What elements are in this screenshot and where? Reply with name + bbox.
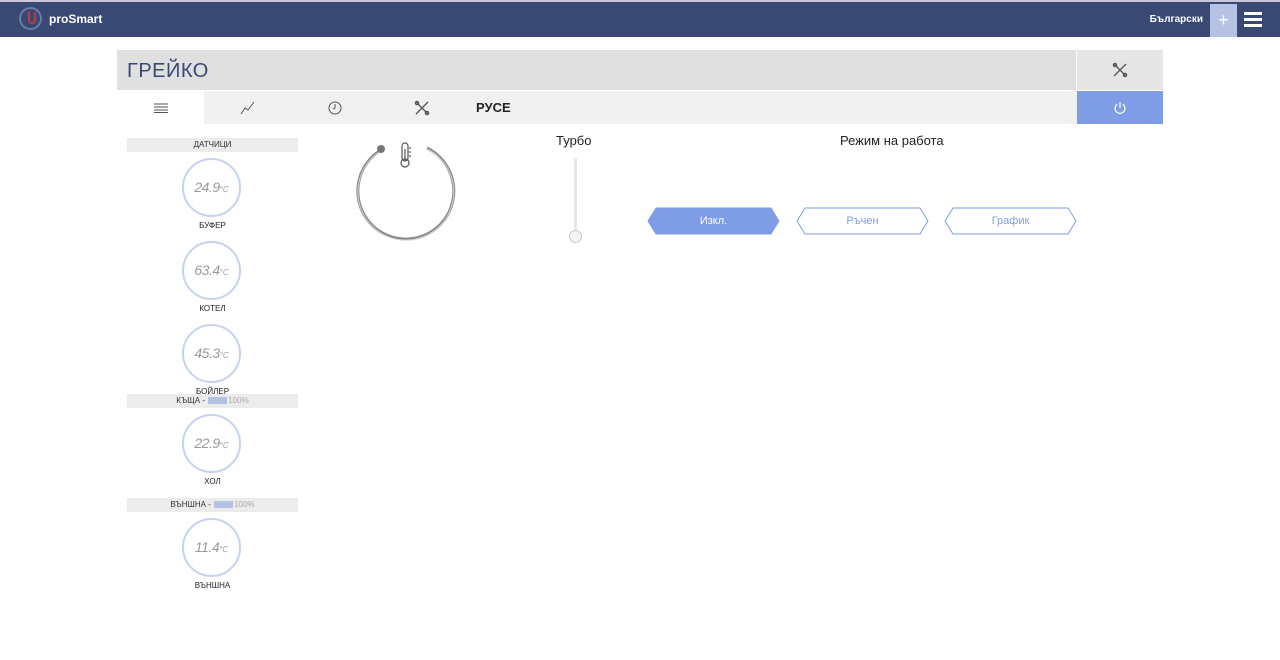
sensor-sidebar: ДАТЧИЦИ 24.9°C БУФЕР 63.4°C КОТЕЛ 45.3°C… (127, 138, 298, 595)
tools-icon (1112, 62, 1128, 78)
power-logo-icon (19, 7, 42, 30)
temperature-value: 22.9 (194, 435, 220, 451)
temperature-value: 63.4 (194, 262, 220, 278)
group-header-label: ДАТЧИЦИ (193, 140, 232, 149)
tools-icon (414, 100, 429, 115)
temperature-value: 11.4 (194, 539, 220, 555)
group-header-sensors: ДАТЧИЦИ (127, 138, 298, 152)
tab-list[interactable] (117, 91, 204, 124)
temperature-gauge: 22.9°C (182, 414, 241, 473)
list-icon (153, 103, 168, 113)
temperature-value: 45.3 (194, 345, 220, 361)
power-icon (1114, 101, 1126, 114)
sensor-living-room[interactable]: 22.9°C ХОЛ (127, 408, 298, 498)
mode-off-button[interactable]: Изкл. (647, 207, 780, 235)
temperature-gauge: 63.4°C (182, 241, 241, 300)
battery-percent: 100% (228, 396, 249, 405)
mode-manual-button[interactable]: Ръчен (796, 207, 929, 235)
dial-knob (377, 145, 385, 153)
brand-name: proSmart (49, 11, 103, 26)
temperature-value: 24.9 (194, 179, 220, 195)
turbo-label: Турбо (556, 133, 592, 148)
power-button[interactable] (1077, 91, 1163, 124)
battery-icon (208, 397, 228, 405)
group-header-outdoor: ВЪНШНА - 100% (127, 498, 298, 512)
thermometer-icon (400, 142, 411, 168)
group-header-label: ВЪНШНА - (170, 500, 211, 509)
mode-button-label: Изкл. (699, 215, 728, 227)
temperature-gauge: 24.9°C (182, 158, 241, 217)
temperature-unit: °C (219, 441, 229, 450)
tab-bar: РУСЕ (117, 91, 1077, 124)
mode-button-label: График (991, 215, 1030, 227)
tab-tools[interactable] (378, 91, 465, 124)
clock-icon (328, 101, 341, 114)
add-button[interactable]: + (1210, 4, 1237, 37)
temperature-gauge: 45.3°C (182, 324, 241, 383)
sensor-label: БОЙЛЕР (195, 387, 230, 396)
device-header: ГРЕЙКО (117, 50, 1076, 90)
top-bar: proSmart Български + (0, 0, 1280, 37)
battery-percent: 100% (234, 500, 255, 509)
mode-schedule-button[interactable]: График (944, 207, 1077, 235)
sensor-label: БУФЕР (199, 221, 226, 230)
logo[interactable]: proSmart (19, 7, 102, 30)
sensor-water-heater[interactable]: 45.3°C БОЙЛЕР (127, 318, 298, 396)
sensor-boiler-kotel[interactable]: 63.4°C КОТЕЛ (127, 235, 298, 318)
location-label: РУСЕ (476, 100, 511, 115)
temperature-unit: °C (219, 268, 229, 277)
turbo-slider-track[interactable] (574, 158, 577, 236)
settings-tools-button[interactable] (1077, 50, 1163, 90)
tab-chart[interactable] (204, 91, 291, 124)
chart-line-icon (240, 101, 254, 114)
sensor-buffer[interactable]: 24.9°C БУФЕР (127, 152, 298, 235)
mode-label: Режим на работа (840, 133, 944, 148)
temperature-unit: °C (219, 185, 229, 194)
mode-button-label: Ръчен (846, 215, 879, 227)
temperature-dial[interactable] (352, 141, 456, 243)
temperature-unit: °C (219, 545, 229, 554)
sensor-label: ХОЛ (204, 477, 221, 486)
turbo-slider-handle[interactable] (569, 230, 582, 243)
temperature-gauge: 11.4°C (182, 518, 241, 577)
language-selector[interactable]: Български (1150, 14, 1203, 25)
sensor-label: КОТЕЛ (199, 304, 226, 313)
sensor-outdoor[interactable]: 11.4°C ВЪНШНА (127, 512, 298, 595)
hamburger-menu-icon[interactable] (1244, 12, 1262, 28)
battery-icon (214, 501, 234, 509)
temperature-unit: °C (219, 351, 229, 360)
group-header-house: КЪЩА - 100% (127, 394, 298, 408)
group-header-label: КЪЩА - (176, 396, 205, 405)
tab-schedule[interactable] (291, 91, 378, 124)
device-title: ГРЕЙКО (127, 60, 209, 82)
sensor-label: ВЪНШНА (194, 581, 231, 590)
